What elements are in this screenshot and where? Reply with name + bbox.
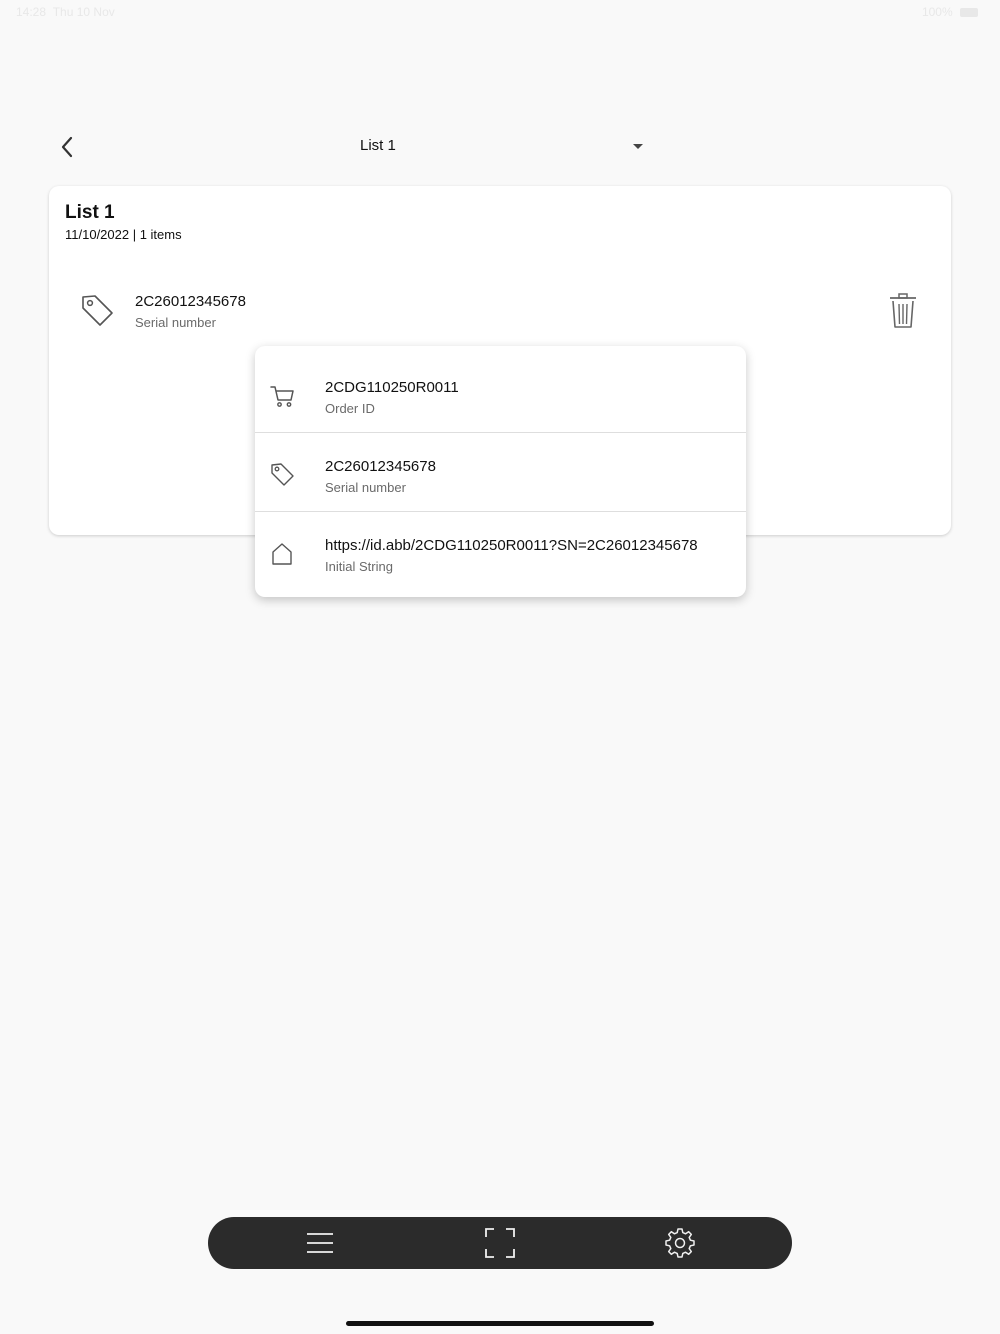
popup-item-value: 2C26012345678 — [325, 458, 436, 475]
list-selector-dropdown[interactable]: List 1 — [340, 126, 660, 166]
popup-item-serial-number[interactable]: 2C26012345678 Serial number — [255, 433, 746, 512]
status-time: 14:28 Thu 10 Nov — [16, 5, 115, 19]
popup-item-value: https://id.abb/2CDG110250R0011?SN=2C2601… — [325, 537, 698, 554]
popup-item-order-id[interactable]: 2CDG110250R0011 Order ID — [255, 346, 746, 433]
item-value: 2C26012345678 — [135, 293, 246, 310]
status-date-text: Thu 10 Nov — [52, 5, 115, 19]
battery-percent: 100% — [921, 5, 953, 19]
battery-icon — [960, 8, 978, 18]
identifier-popup: 2CDG110250R0011 Order ID 2C26012345678 S… — [255, 346, 746, 597]
menu-button[interactable] — [302, 1225, 338, 1261]
home-indicator — [346, 1321, 654, 1326]
back-button[interactable] — [52, 132, 82, 162]
list-title: List 1 — [65, 202, 115, 223]
home-icon — [272, 543, 292, 565]
item-label: Serial number — [135, 315, 216, 330]
trash-icon — [890, 293, 916, 328]
scan-button[interactable] — [482, 1225, 518, 1261]
popup-item-value: 2CDG110250R0011 — [325, 379, 459, 396]
status-battery: 100% — [922, 5, 978, 19]
top-navigation: List 1 — [0, 126, 1000, 166]
delete-button[interactable] — [885, 292, 921, 330]
popup-item-label: Order ID — [325, 401, 375, 416]
bottom-toolbar — [208, 1217, 792, 1269]
scan-icon — [485, 1228, 515, 1258]
popup-item-label: Serial number — [325, 480, 406, 495]
chevron-left-icon — [61, 136, 73, 158]
popup-item-initial-string[interactable]: https://id.abb/2CDG110250R0011?SN=2C2601… — [255, 512, 746, 597]
cart-icon — [270, 386, 294, 407]
popup-item-label: Initial String — [325, 559, 393, 574]
list-meta: 11/10/2022 | 1 items — [65, 227, 182, 242]
menu-icon — [307, 1233, 333, 1253]
list-selector-label: List 1 — [360, 137, 396, 154]
status-time-text: 14:28 — [16, 5, 47, 19]
caret-down-icon — [633, 144, 643, 149]
tag-icon — [82, 295, 113, 326]
status-bar: 14:28 Thu 10 Nov 100% — [0, 0, 1000, 24]
settings-button[interactable] — [662, 1225, 698, 1261]
list-item[interactable]: 2C26012345678 Serial number — [65, 276, 935, 346]
gear-icon — [665, 1228, 695, 1258]
tag-icon — [271, 463, 294, 486]
